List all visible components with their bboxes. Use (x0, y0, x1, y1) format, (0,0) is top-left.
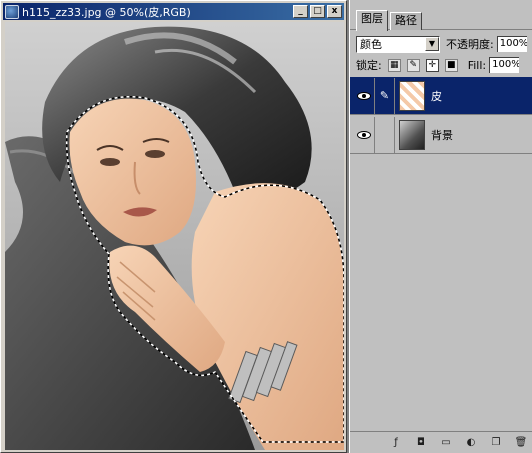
chevron-down-icon[interactable]: ▼ (425, 37, 439, 51)
layer-name: 背景 (431, 128, 453, 142)
trash-icon[interactable]: 🗑 (513, 435, 529, 451)
tab-paths[interactable]: 路径 (390, 12, 422, 30)
link-cell[interactable] (375, 116, 395, 153)
photoshop-doc-icon[interactable] (5, 4, 19, 19)
lock-row: 锁定: ▦ ✎ ✛ ■ Fill: 100% (350, 56, 532, 74)
blend-mode-select[interactable]: 颜色 ▼ (356, 35, 440, 53)
close-button[interactable]: x (327, 5, 342, 18)
layer-style-icon[interactable]: ƒ (388, 435, 404, 451)
visibility-toggle[interactable] (353, 116, 375, 153)
document-title: h115_zz33.jpg @ 50%(皮,RGB) (22, 5, 191, 19)
brush-link-icon[interactable]: ✎ (375, 77, 395, 114)
layer-row-skin[interactable]: ✎ 皮 (350, 77, 532, 115)
layers-panel-footer: ƒ ◘ ▭ ◐ ❐ 🗑 (350, 431, 532, 453)
layer-row-background[interactable]: 背景 (350, 116, 532, 154)
blend-row: 颜色 ▼ 不透明度: 100% (350, 34, 532, 54)
lock-transparency-icon[interactable]: ▦ (387, 58, 401, 72)
adjustment-layer-icon[interactable]: ◐ (463, 435, 479, 451)
minimize-button[interactable]: _ (293, 5, 308, 18)
lock-label: 锁定: (356, 59, 382, 72)
new-layer-icon[interactable]: ❐ (488, 435, 504, 451)
panel-tab-strip: 图层 路径 (350, 10, 532, 31)
fill-input[interactable]: 100% (489, 57, 520, 73)
layer-thumbnail (399, 80, 425, 111)
opacity-label: 不透明度: (446, 38, 494, 51)
layer-name: 皮 (431, 89, 442, 103)
tab-layers[interactable]: 图层 (356, 10, 388, 31)
lock-all-icon[interactable]: ■ (444, 58, 458, 72)
opacity-input[interactable]: 100% (496, 36, 527, 52)
document-title-bar[interactable]: h115_zz33.jpg @ 50%(皮,RGB) _ □ x (3, 3, 344, 20)
eye-icon (356, 130, 371, 139)
visibility-toggle[interactable] (353, 77, 375, 114)
lock-move-icon[interactable]: ✛ (425, 58, 439, 72)
maximize-button[interactable]: □ (310, 5, 325, 18)
portrait-image (5, 22, 344, 450)
eye-icon (356, 91, 371, 100)
layers-panel: 图层 路径 颜色 ▼ 不透明度: 100% 锁定: ▦ ✎ ✛ ■ Fill: … (349, 0, 532, 453)
document-window: h115_zz33.jpg @ 50%(皮,RGB) _ □ x (0, 0, 347, 453)
lock-brush-icon[interactable]: ✎ (406, 58, 420, 72)
image-canvas[interactable] (5, 22, 344, 450)
new-set-icon[interactable]: ▭ (438, 435, 454, 451)
blend-mode-value: 颜色 (360, 38, 382, 51)
layer-thumbnail (399, 119, 425, 150)
layer-mask-icon[interactable]: ◘ (413, 435, 429, 451)
fill-label: Fill: (467, 58, 487, 72)
